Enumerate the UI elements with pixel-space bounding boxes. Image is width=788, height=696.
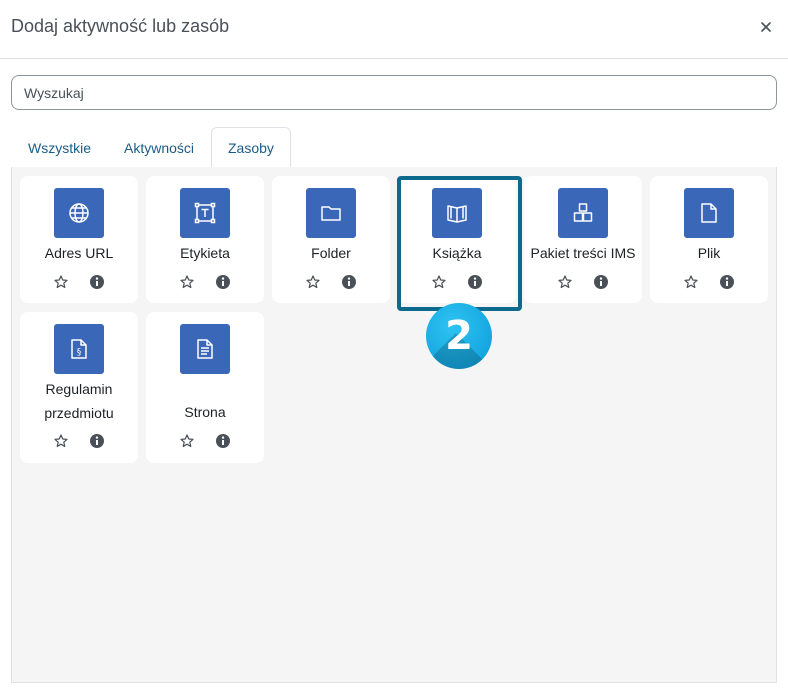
item-label: Adres URL [44,245,114,261]
tab-resources[interactable]: Zasoby [211,127,291,169]
globe-icon [54,188,104,238]
star-icon[interactable] [178,273,196,291]
modal-title: Dodaj aktywność lub zasób [11,16,230,36]
item-card-book[interactable]: Książka [398,176,516,303]
boxes-icon [558,188,608,238]
item-card-url[interactable]: Adres URL [20,176,138,303]
item-card-file[interactable]: Plik [650,176,768,303]
item-label: Plik [697,245,721,261]
info-icon[interactable] [88,273,106,291]
step-badge: 2 [426,303,492,369]
svg-text:§: § [77,348,82,358]
tab-all[interactable]: Wszystkie [11,127,108,168]
info-icon[interactable] [214,432,232,450]
modal-header: Dodaj aktywność lub zasób [0,0,788,59]
regulation-document-icon: § [54,324,104,374]
info-icon[interactable] [340,273,358,291]
item-label: Folder [311,245,351,261]
item-card-page[interactable]: Strona [146,312,264,463]
info-icon[interactable] [466,273,484,291]
star-icon[interactable] [556,273,574,291]
item-card-folder[interactable]: Folder [272,176,390,303]
item-label: Strona [184,404,226,420]
search-input[interactable] [12,76,776,109]
star-icon[interactable] [304,273,322,291]
star-icon[interactable] [52,273,70,291]
close-icon[interactable] [756,17,776,37]
file-icon [684,188,734,238]
star-icon[interactable] [682,273,700,291]
item-card-label[interactable]: Etykieta [146,176,264,303]
star-icon[interactable] [178,432,196,450]
info-icon[interactable] [718,273,736,291]
star-icon[interactable] [430,273,448,291]
book-icon [432,188,482,238]
star-icon[interactable] [52,432,70,450]
item-label: Książka [432,245,482,261]
tab-activities[interactable]: Aktywności [107,127,211,168]
search-field[interactable] [11,75,777,110]
tab-bar: Wszystkie Aktywności Zasoby [11,127,777,169]
item-card-ims[interactable]: Pakiet treści IMS [524,176,642,303]
step-number: 2 [445,313,473,359]
info-icon[interactable] [214,273,232,291]
item-label: Regulamin przedmiotu [44,381,114,421]
page-icon [180,324,230,374]
info-icon[interactable] [88,432,106,450]
info-icon[interactable] [592,273,610,291]
item-card-regulation[interactable]: § Regulamin przedmiotu [20,312,138,463]
item-label: Etykieta [180,245,230,261]
folder-icon [306,188,356,238]
text-frame-icon [180,188,230,238]
item-label: Pakiet treści IMS [530,245,636,261]
